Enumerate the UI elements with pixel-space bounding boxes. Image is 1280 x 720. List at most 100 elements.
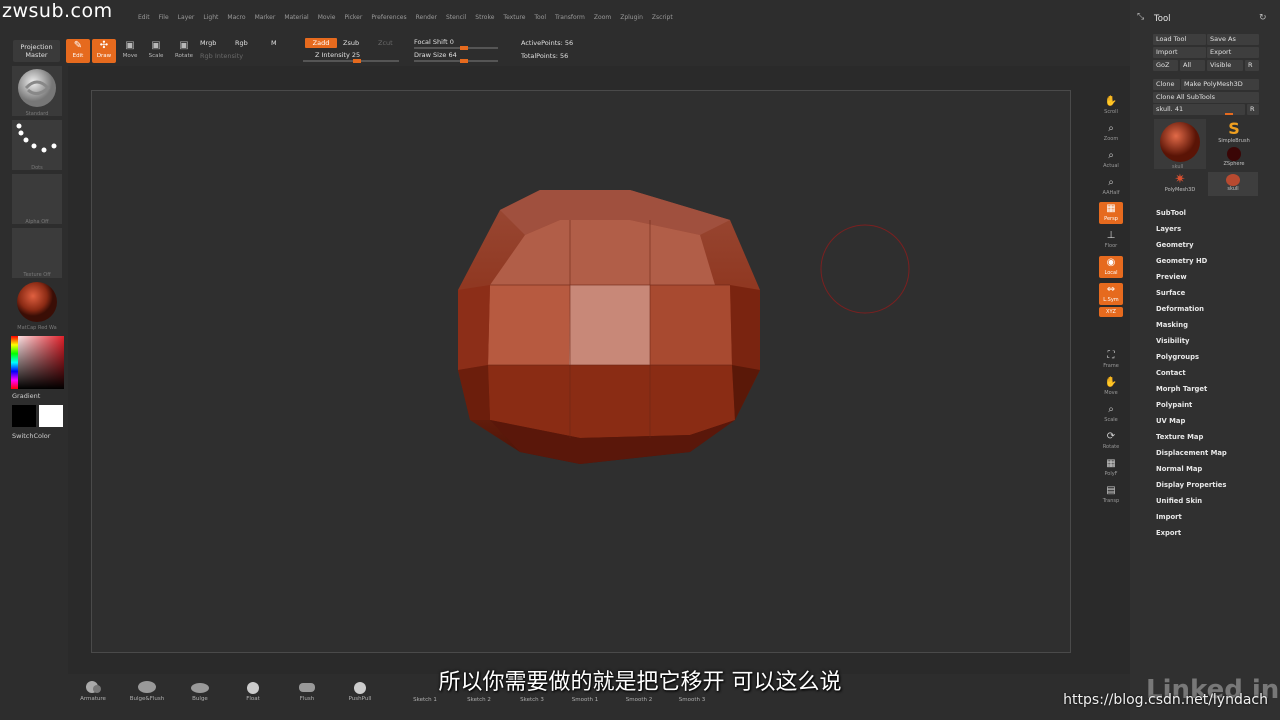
menu-item[interactable]: File [159, 14, 169, 21]
subpalette-geometry-hd[interactable]: Geometry HD [1156, 256, 1227, 272]
gradient-label[interactable]: Gradient [12, 392, 62, 400]
transp-button[interactable]: ▤ Transp [1099, 484, 1123, 506]
save-as-button[interactable]: Save As [1207, 34, 1259, 45]
simplebrush-thumbnail[interactable]: S SimpleBrush [1210, 119, 1258, 144]
move-view-button[interactable]: ✋ Move [1099, 376, 1123, 398]
menu-item[interactable]: Material [284, 14, 308, 21]
menu-item[interactable]: Movie [318, 14, 336, 21]
draw-size-slider[interactable]: Draw Size 64 [414, 51, 457, 59]
subpalette-polygroups[interactable]: Polygroups [1156, 352, 1227, 368]
move-button[interactable]: ▣ Move [118, 39, 142, 63]
persp-button[interactable]: ▦ Persp [1099, 202, 1123, 224]
z-intensity-slider[interactable]: Z Intensity 25 [315, 51, 360, 59]
zadd-button[interactable]: Zadd [305, 38, 337, 48]
secondary-color-swatch[interactable] [12, 405, 36, 427]
menu-item[interactable]: Stencil [446, 14, 466, 21]
menu-item[interactable]: Render [416, 14, 437, 21]
subpalette-layers[interactable]: Layers [1156, 224, 1227, 240]
zoom-button[interactable]: ⌕ Zoom [1099, 122, 1123, 144]
menu-item[interactable]: Picker [344, 14, 362, 21]
goz-button[interactable]: GoZ [1153, 60, 1178, 71]
import-button[interactable]: Import [1153, 47, 1206, 58]
r-button[interactable]: R [1245, 60, 1259, 71]
draw-button[interactable]: ✣ Draw [92, 39, 116, 63]
brush-smooth-3[interactable]: Smooth 3 [670, 697, 714, 703]
menu-item[interactable]: Zscript [652, 14, 673, 21]
clone-all-subtools-button[interactable]: Clone All SubTools [1153, 92, 1259, 103]
m-button[interactable]: M [271, 39, 277, 47]
subpalette-polypaint[interactable]: Polypaint [1156, 400, 1227, 416]
subpalette-unified-skin[interactable]: Unified Skin [1156, 496, 1227, 512]
menu-item[interactable]: Texture [503, 14, 525, 21]
load-tool-button[interactable]: Load Tool [1153, 34, 1206, 45]
menu-item[interactable]: Marker [255, 14, 276, 21]
tool-slider-r[interactable]: R [1247, 104, 1259, 115]
aahalf-button[interactable]: ⌕ AAHalf [1099, 176, 1123, 198]
zcut-button[interactable]: Zcut [378, 39, 393, 47]
brush-sketch-1[interactable]: Sketch 1 [403, 697, 447, 703]
menu-item[interactable]: Zoom [594, 14, 611, 21]
polymesh3d-thumbnail[interactable]: ✷ PolyMesh3D [1156, 172, 1204, 193]
polyf-button[interactable]: ▦ PolyF [1099, 457, 1123, 479]
polymesh-sphere[interactable] [440, 180, 780, 480]
subpalette-geometry[interactable]: Geometry [1156, 240, 1227, 256]
visible-button[interactable]: Visible [1207, 60, 1243, 71]
subpalette-visibility[interactable]: Visibility [1156, 336, 1227, 352]
scale-button[interactable]: ▣ Scale [144, 39, 168, 63]
zsub-button[interactable]: Zsub [343, 39, 359, 47]
skull-thumbnail[interactable]: skull [1208, 172, 1258, 196]
make-polymesh-button[interactable]: Make PolyMesh3D [1181, 79, 1259, 90]
subpalette-import[interactable]: Import [1156, 512, 1227, 528]
floor-button[interactable]: ⊥ Floor [1099, 229, 1123, 251]
switch-color-button[interactable]: SwitchColor [12, 432, 62, 440]
brush-sketch-3[interactable]: Sketch 3 [510, 697, 554, 703]
brush-smooth-1[interactable]: Smooth 1 [563, 697, 607, 703]
mrgb-button[interactable]: Mrgb [200, 39, 216, 47]
subpalette-normal-map[interactable]: Normal Map [1156, 464, 1227, 480]
subpalette-texture-map[interactable]: Texture Map [1156, 432, 1227, 448]
stroke-thumbnail[interactable] [12, 120, 62, 170]
texture-thumbnail[interactable] [12, 228, 62, 278]
subpalette-subtool[interactable]: SubTool [1156, 208, 1227, 224]
zsphere-thumbnail[interactable]: ZSphere [1210, 147, 1258, 167]
refresh-icon[interactable]: ↻ [1259, 13, 1267, 23]
subpalette-morph-target[interactable]: Morph Target [1156, 384, 1227, 400]
rgb-button[interactable]: Rgb [235, 39, 248, 47]
frame-button[interactable]: ⛶ Frame [1099, 349, 1123, 371]
projection-master-button[interactable]: Projection Master [13, 40, 60, 62]
xyz-button[interactable]: XYZ [1099, 307, 1123, 317]
menu-item[interactable]: Tool [534, 14, 546, 21]
menu-item[interactable]: Preferences [371, 14, 406, 21]
subpalette-masking[interactable]: Masking [1156, 320, 1227, 336]
subpalette-displacement-map[interactable]: Displacement Map [1156, 448, 1227, 464]
menu-item[interactable]: Macro [227, 14, 245, 21]
actual-button[interactable]: ⌕ Actual [1099, 149, 1123, 171]
z-intensity-track[interactable] [303, 59, 399, 63]
material-thumbnail[interactable] [12, 280, 62, 330]
tool-slider-knob[interactable] [1225, 113, 1233, 115]
menu-item[interactable]: Stroke [475, 14, 494, 21]
subpalette-contact[interactable]: Contact [1156, 368, 1227, 384]
subpalette-deformation[interactable]: Deformation [1156, 304, 1227, 320]
menu-item[interactable]: Light [203, 14, 218, 21]
brush-thumbnail[interactable] [12, 66, 62, 116]
edit-button[interactable]: ✎ Edit [66, 39, 90, 63]
clone-button[interactable]: Clone [1153, 79, 1180, 90]
subpalette-export[interactable]: Export [1156, 528, 1227, 544]
rgb-intensity-slider[interactable]: Rgb Intensity [200, 52, 243, 60]
draw-size-track[interactable] [414, 59, 498, 63]
menu-item[interactable]: Edit [138, 14, 150, 21]
focal-shift-slider[interactable]: Focal Shift 0 [414, 38, 454, 46]
subpalette-display-properties[interactable]: Display Properties [1156, 480, 1227, 496]
current-tool-thumbnail[interactable] [1154, 119, 1206, 169]
rotate-view-button[interactable]: ⟳ Rotate [1099, 430, 1123, 452]
lsym-button[interactable]: ⇔ L.Sym [1099, 283, 1123, 305]
local-button[interactable]: ◉ Local [1099, 256, 1123, 278]
rotate-button[interactable]: ▣ Rotate [172, 39, 196, 63]
brush-smooth-2[interactable]: Smooth 2 [617, 697, 661, 703]
scroll-button[interactable]: ✋ Scroll [1099, 95, 1123, 117]
main-color-swatch[interactable] [39, 405, 63, 427]
alpha-thumbnail[interactable] [12, 174, 62, 224]
menu-item[interactable]: Layer [178, 14, 195, 21]
subpalette-surface[interactable]: Surface [1156, 288, 1227, 304]
